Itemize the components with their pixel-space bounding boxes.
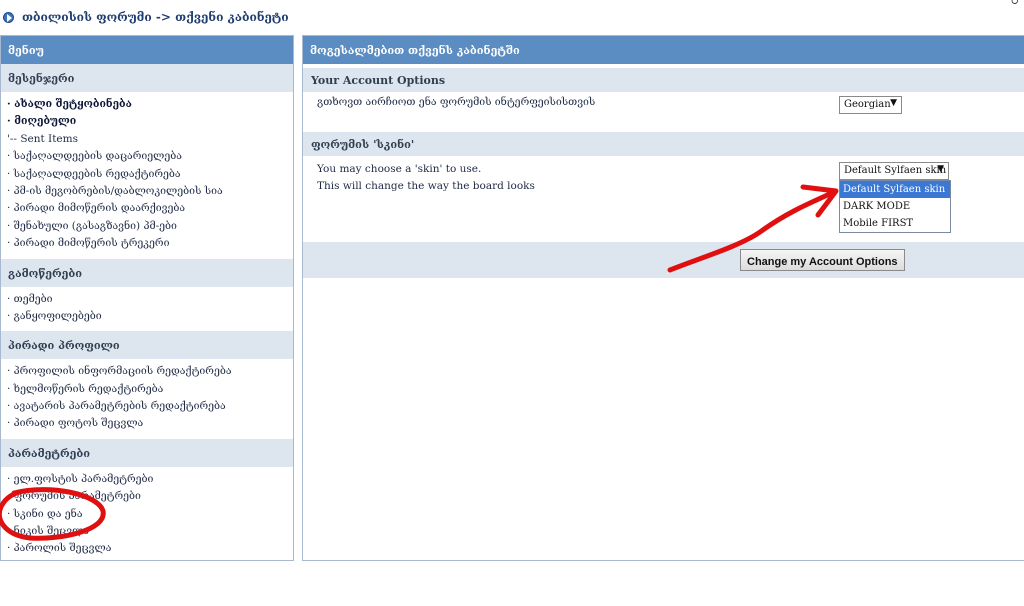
top-bar: თბილისის ფორუმი -> თქვენი კაბინეტი ഠ <box>0 0 1024 34</box>
change-account-options-button[interactable]: Change my Account Options <box>740 249 905 271</box>
sidebar-item[interactable]: · პირადი მიმოწერის დაარქივება <box>7 200 293 217</box>
sidebar-section-list: · ახალი შეტყობინება · მიღებული '-- Sent It… <box>1 92 293 259</box>
skin-section-title: ფორუმის 'სკინი' <box>303 132 1024 156</box>
corner-glyph: ഠ <box>1010 0 1018 7</box>
account-options-title: Your Account Options <box>303 68 1024 92</box>
skin-option[interactable]: DARK MODE <box>840 198 950 215</box>
sidebar-section-list: · პროფილის ინფორმაციის რედაქტირება · ხელმ… <box>1 359 293 439</box>
sidebar-menu: მენიუ მესენჯერი · ახალი შეტყობინება · მიღე… <box>0 35 294 561</box>
skin-select-value: Default Sylfaen skin <box>844 165 947 176</box>
language-label: გთხოვთ აირჩიოთ ენა ფორუმის ინტერფეისისთვ… <box>317 96 596 108</box>
breadcrumb[interactable]: თბილისის ფორუმი -> თქვენი კაბინეტი <box>22 10 289 24</box>
language-row: გთხოვთ აირჩიოთ ენა ფორუმის ინტერფეისისთვ… <box>303 92 1024 128</box>
sidebar-item[interactable]: · ახალი შეტყობინება <box>7 96 293 113</box>
sidebar-item[interactable]: · შენახული (გასაგზავნი) პმ-ები <box>7 218 293 235</box>
language-select-value: Georgian <box>844 99 891 110</box>
sidebar-item[interactable]: · თემები <box>7 291 293 308</box>
sidebar-item[interactable]: · პირადი ფოტოს შეცვლა <box>7 415 293 432</box>
sidebar-section-title: მესენჯერი <box>1 64 293 92</box>
main-header: მოგესალმებით თქვენს კაბინეტში <box>303 36 1024 64</box>
skin-label-line1: You may choose a 'skin' to use. <box>317 163 482 175</box>
sidebar-section-list: · თემები · განყოფილებები <box>1 287 293 332</box>
skin-row: You may choose a 'skin' to use. This wil… <box>303 156 1024 236</box>
sidebar-sections: მესენჯერი · ახალი შეტყობინება · მიღებული '-… <box>1 64 293 564</box>
chevron-down-icon: ▼ <box>937 164 944 174</box>
sidebar-item[interactable]: · მიღებული <box>7 113 293 130</box>
sidebar-item[interactable]: · სკინი და ენა <box>7 506 293 523</box>
submit-bar: Change my Account Options <box>303 242 1024 278</box>
sidebar-header: მენიუ <box>1 36 293 64</box>
main-panel: მოგესალმებით თქვენს კაბინეტში Your Accou… <box>302 35 1024 561</box>
sidebar-item[interactable]: · განყოფილებები <box>7 308 293 325</box>
sidebar-item[interactable]: · ავატარის პარამეტრების რედაქტირება <box>7 398 293 415</box>
sidebar-item[interactable]: · ფორუმის პარამეტრები <box>7 488 293 505</box>
skin-dropdown-list: Default Sylfaen skin DARK MODE Mobile FIRS… <box>839 180 951 233</box>
sidebar-section-title: პირადი პროფილი <box>1 331 293 360</box>
sidebar-item[interactable]: · საქაღალდეების დაცარიელება <box>7 148 293 165</box>
sidebar-item[interactable]: · ელ.ფოსტის პარამეტრები <box>7 471 293 488</box>
chevron-down-icon: ▼ <box>890 98 897 108</box>
skin-label-line2: This will change the way the board looks <box>317 180 535 192</box>
sidebar-item[interactable]: · ნიკის შეცვლა <box>7 523 293 540</box>
sidebar-item[interactable]: · პროფილის ინფორმაციის რედაქტირება <box>7 363 293 380</box>
forum-nav-icon[interactable] <box>3 12 14 23</box>
sidebar-section-title: პარამეტრები <box>1 438 293 467</box>
sidebar-item[interactable]: · საქაღალდეების რედაქტირება <box>7 166 293 183</box>
sidebar-section-list: · ელ.ფოსტის პარამეტრები · ფორუმის პარამეტ… <box>1 467 293 564</box>
sidebar-section-title: გამოწერები <box>1 258 293 287</box>
skin-select[interactable]: Default Sylfaen skin ▼ <box>839 162 949 180</box>
sidebar-item[interactable]: '-- Sent Items <box>7 131 293 148</box>
skin-option[interactable]: Mobile FIRST <box>840 215 950 232</box>
language-select[interactable]: Georgian ▼ <box>839 96 902 114</box>
sidebar-item[interactable]: · პირადი მიმოწერის ტრეკერი <box>7 235 293 252</box>
sidebar-item[interactable]: · ხელმოწერის რედაქტირება <box>7 381 293 398</box>
skin-option[interactable]: Default Sylfaen skin <box>840 181 950 198</box>
sidebar-item[interactable]: · პმ-ის მეგობრების/დაბლოკილების სია <box>7 183 293 200</box>
sidebar-item[interactable]: · პაროლის შეცვლა <box>7 540 293 557</box>
